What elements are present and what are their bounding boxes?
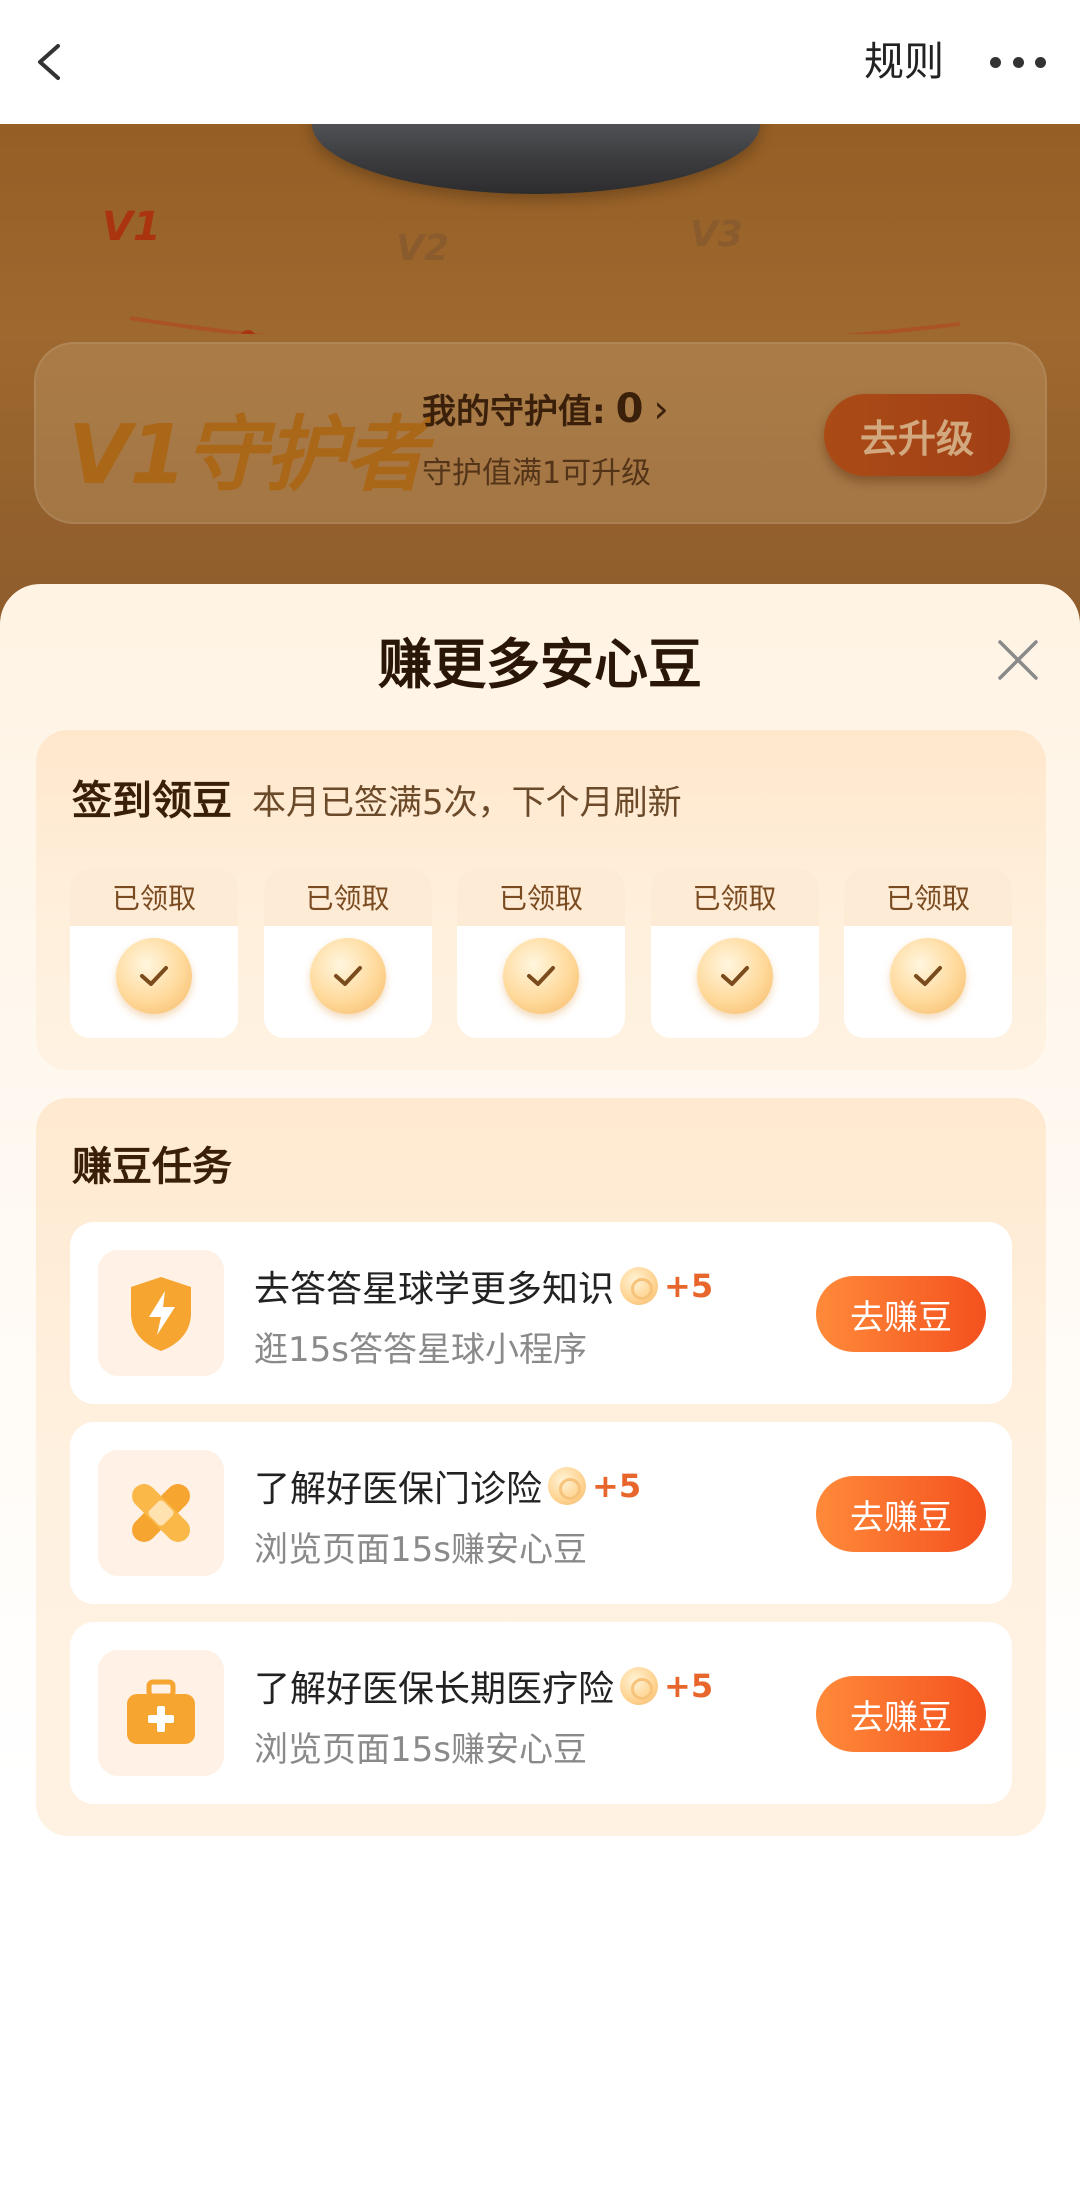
checkmark-coin-icon — [696, 938, 773, 1014]
checkin-day: 已领取 — [70, 868, 238, 1038]
checkin-day: 已领取 — [844, 868, 1012, 1038]
bean-coin-icon — [548, 1467, 587, 1505]
earn-beans-button[interactable]: 去赚豆 — [816, 1676, 986, 1752]
top-nav-bar: 规则 — [0, 0, 1080, 124]
bean-coin-icon — [620, 1667, 659, 1705]
task-item: 了解好医保长期医疗险 +5 浏览页面15s赚安心豆 去赚豆 — [70, 1622, 1012, 1804]
checkin-day: 已领取 — [263, 868, 432, 1038]
sheet-title: 赚更多安心豆 — [378, 633, 702, 696]
back-icon[interactable] — [24, 30, 84, 94]
tasks-title: 赚豆任务 — [72, 1144, 232, 1190]
task-subtitle: 逛15s答答星球小程序 — [254, 1330, 587, 1370]
checkin-subtitle: 本月已签满5次，下个月刷新 — [252, 783, 682, 823]
more-icon[interactable] — [990, 42, 1046, 82]
bean-coin-icon — [620, 1267, 659, 1305]
earn-beans-button[interactable]: 去赚豆 — [816, 1476, 986, 1552]
medical-kit-icon — [98, 1650, 224, 1776]
task-title: 了解好医保长期医疗险 — [254, 1669, 615, 1710]
checkin-card: 签到领豆 本月已签满5次，下个月刷新 已领取 已领取 已领取 已领取 已领取 — [36, 730, 1046, 1070]
tasks-card: 赚豆任务 去答答星球学更多知识 +5 逛15s答答星球小程序 去赚豆 了解好医保… — [36, 1098, 1046, 1836]
checkin-day: 已领取 — [457, 868, 625, 1038]
task-reward: +5 — [664, 1267, 714, 1305]
checkin-day-status: 已领取 — [263, 868, 432, 926]
checkin-day-status: 已领取 — [70, 868, 238, 926]
task-item: 了解好医保门诊险 +5 浏览页面15s赚安心豆 去赚豆 — [70, 1422, 1012, 1604]
checkin-days: 已领取 已领取 已领取 已领取 已领取 — [70, 868, 1012, 1038]
dim-overlay[interactable] — [0, 124, 1080, 644]
earn-beans-button[interactable]: 去赚豆 — [816, 1276, 986, 1352]
task-reward: +5 — [592, 1467, 642, 1505]
task-subtitle: 浏览页面15s赚安心豆 — [254, 1530, 587, 1570]
checkmark-coin-icon — [116, 938, 192, 1014]
task-reward: +5 — [664, 1667, 714, 1705]
shield-bolt-icon — [98, 1250, 224, 1376]
checkmark-coin-icon — [503, 938, 579, 1014]
task-item: 去答答星球学更多知识 +5 逛15s答答星球小程序 去赚豆 — [70, 1222, 1012, 1404]
checkmark-coin-icon — [309, 938, 386, 1014]
task-title: 去答答星球学更多知识 — [254, 1269, 615, 1310]
checkmark-coin-icon — [890, 938, 966, 1014]
checkin-day: 已领取 — [650, 868, 819, 1038]
task-title: 了解好医保门诊险 — [254, 1469, 543, 1510]
earn-beans-sheet: 赚更多安心豆 签到领豆 本月已签满5次，下个月刷新 已领取 已领取 已领取 已领… — [0, 584, 1080, 2190]
checkin-day-status: 已领取 — [457, 868, 625, 926]
bandage-icon — [98, 1450, 224, 1576]
checkin-day-status: 已领取 — [650, 868, 819, 926]
close-icon[interactable] — [996, 638, 1040, 682]
task-subtitle: 浏览页面15s赚安心豆 — [254, 1730, 587, 1770]
rules-link[interactable]: 规则 — [864, 36, 944, 88]
checkin-title: 签到领豆 — [72, 778, 232, 824]
checkin-day-status: 已领取 — [844, 868, 1012, 926]
hero-section: V1 V2 V3 V1守护者 我的守护值: 0 › 守护值满1可升级 去升级 — [0, 124, 1080, 644]
